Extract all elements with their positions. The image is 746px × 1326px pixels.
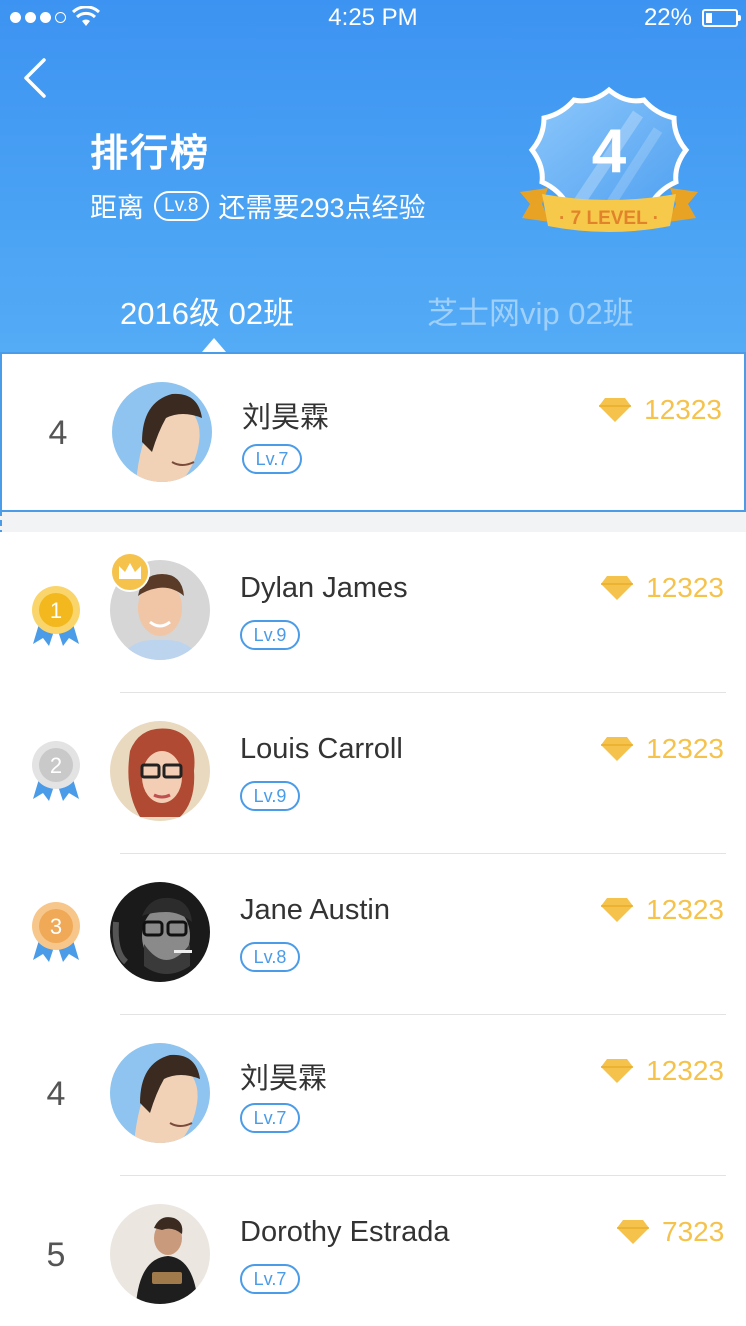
score: 12323 [600, 894, 724, 926]
level-pill: Lv.9 [240, 620, 300, 650]
level-pill: Lv.7 [242, 444, 302, 474]
level-pill: Lv.9 [240, 781, 300, 811]
diamond-icon [601, 576, 634, 600]
avatar [112, 382, 212, 482]
subtitle-suffix: 还需要293点经验 [218, 193, 426, 223]
score: 12323 [600, 733, 724, 765]
target-level-pill: Lv.8 [154, 190, 209, 221]
badge-number: 4 [592, 117, 627, 186]
rank-number: 4 [46, 1075, 66, 1113]
diamond-icon [601, 737, 634, 761]
badge-ribbon-text: · 7 LEVEL · [559, 208, 659, 229]
ranking-row-3[interactable]: 3 Jane Austin Lv.8 12323 [0, 854, 746, 1015]
medal-number: 2 [50, 753, 62, 778]
active-tab-indicator [202, 338, 226, 352]
diamond-icon [617, 1220, 649, 1244]
header: 4:25 PM 22% 排行榜 距离 Lv.8 还需要293点经验 4 · 7 … [0, 0, 746, 352]
level-badge-icon: 4 · 7 LEVEL · [520, 86, 698, 232]
ranking-row-5[interactable]: 5 Dorothy Estrada Lv.7 7323 [0, 1176, 746, 1326]
score: 12323 [600, 1055, 724, 1087]
tab-bar: 2016级 02班 芝士网vip 02班 [0, 280, 746, 352]
tab-class[interactable]: 2016级 02班 [120, 288, 294, 333]
silver-medal-icon: 2 [32, 741, 80, 801]
battery-icon [702, 9, 741, 27]
level-pill: Lv.8 [240, 942, 300, 972]
medal-number: 1 [50, 598, 62, 623]
user-name: Dylan James [240, 572, 408, 604]
score-value: 7323 [662, 1216, 725, 1247]
back-chevron-icon[interactable] [18, 56, 54, 100]
user-name: 刘昊霖 [240, 1063, 328, 1095]
ranking-row-1[interactable]: 1 Dylan James Lv.9 12323 [0, 532, 746, 693]
battery-percent: 22% [643, 4, 692, 31]
avatar [110, 721, 210, 821]
user-name: 刘昊霖 [242, 402, 330, 434]
score-value: 12323 [644, 394, 722, 425]
medal-number: 3 [50, 914, 62, 939]
tab-vip-class[interactable]: 芝士网vip 02班 [427, 288, 634, 333]
status-time: 4:25 PM [328, 4, 418, 31]
gold-medal-icon: 1 [32, 586, 80, 646]
my-rank-row[interactable]: 4 刘昊霖 Lv.7 12323 [0, 352, 746, 512]
score: 12323 [598, 394, 722, 426]
diamond-icon [601, 898, 634, 922]
diamond-icon [599, 398, 632, 422]
score-value: 12323 [646, 1055, 724, 1086]
status-bar: 4:25 PM 22% [0, 0, 746, 36]
level-pill: Lv.7 [240, 1103, 300, 1133]
level-progress-text: 距离 Lv.8 还需要293点经验 [90, 186, 426, 225]
score-value: 12323 [646, 572, 724, 603]
diamond-icon [601, 1059, 634, 1083]
score-value: 12323 [646, 733, 724, 764]
rank-number: 4 [48, 414, 68, 452]
crown-icon [110, 552, 150, 592]
score: 7323 [616, 1216, 724, 1248]
user-name: Louis Carroll [240, 733, 403, 765]
subtitle-prefix: 距离 [90, 193, 144, 223]
user-name: Dorothy Estrada [240, 1216, 450, 1248]
level-pill: Lv.7 [240, 1264, 300, 1294]
avatar [110, 1204, 210, 1304]
score: 12323 [600, 572, 724, 604]
section-gap [0, 512, 746, 532]
ranking-row-4[interactable]: 4 刘昊霖 Lv.7 12323 [0, 1015, 746, 1176]
user-name: Jane Austin [240, 894, 390, 926]
rank-number: 5 [46, 1236, 66, 1274]
avatar [110, 882, 210, 982]
avatar [110, 1043, 210, 1143]
bronze-medal-icon: 3 [32, 902, 80, 962]
ranking-row-2[interactable]: 2 Louis Carroll Lv.9 12323 [0, 693, 746, 854]
page-title: 排行榜 [90, 133, 211, 175]
score-value: 12323 [646, 894, 724, 925]
